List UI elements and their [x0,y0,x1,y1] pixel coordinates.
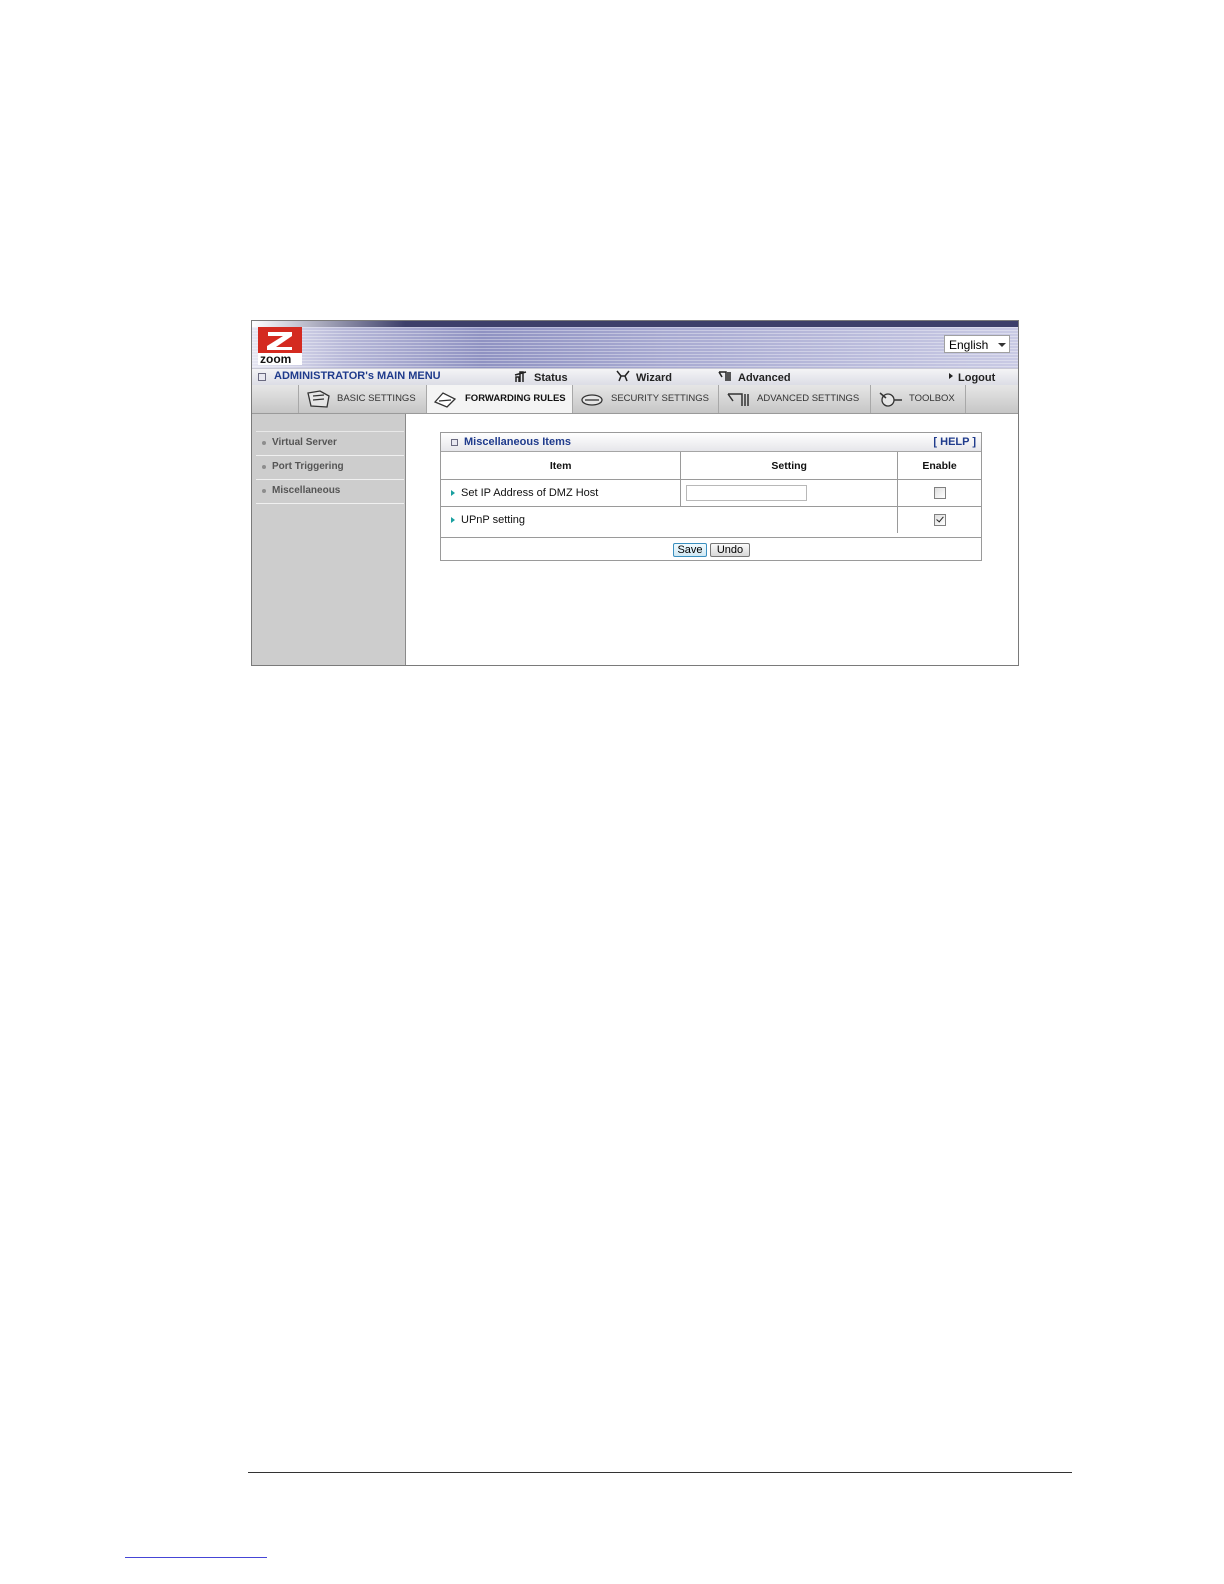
square-bullet-icon [258,373,266,381]
table-header-row: Item Setting Enable [441,452,981,480]
advanced-settings-icon [727,393,749,406]
logout-menu-item[interactable]: Logout [948,370,995,384]
button-row: Save Undo [441,537,981,562]
sidebar: Virtual Server Port Triggering Miscellan… [252,414,406,665]
basic-settings-icon [307,390,330,408]
row-enable-cell [897,479,981,507]
panel-title-bar: Miscellaneous Items [ HELP ] [441,433,981,452]
tab-advanced-settings-label: ADVANCED SETTINGS [757,393,860,404]
bullet-icon [262,489,266,493]
sidebar-item-label: Port Triggering [272,461,344,472]
table-row: Set IP Address of DMZ Host [441,479,981,507]
row-setting-cell [680,479,899,507]
row-enable-cell [897,506,981,533]
dmz-enable-checkbox[interactable] [933,487,946,500]
bullet-icon [262,465,266,469]
tab-security-settings[interactable]: SECURITY SETTINGS [572,385,718,413]
main-content: Miscellaneous Items [ HELP ] Item Settin… [406,414,1018,665]
wizard-icon [616,370,630,382]
sidebar-item-virtual-server[interactable]: Virtual Server [256,432,404,456]
tab-basic-settings[interactable]: BASIC SETTINGS [298,385,426,413]
tab-toolbox[interactable]: TOOLBOX [870,385,966,413]
tab-toolbox-label: TOOLBOX [909,393,955,404]
security-settings-icon [581,394,603,406]
status-icon [514,371,527,382]
sidebar-item-port-triggering[interactable]: Port Triggering [256,456,404,480]
language-value: English [949,338,989,352]
upnp-label: UPnP setting [461,514,526,526]
tab-forwarding-rules-label: FORWARDING RULES [465,393,566,404]
advanced-label: Advanced [738,372,791,384]
upnp-enable-checkbox[interactable] [933,514,946,527]
advanced-menu-item[interactable]: Advanced [718,370,791,384]
main-menu-bar: ADMINISTRATOR's MAIN MENU Status Wizard … [252,368,1018,386]
zoom-logo: zoom [258,327,302,365]
save-button[interactable]: Save [673,543,707,557]
column-header-enable: Enable [897,452,981,480]
advanced-icon [718,371,731,381]
admin-main-menu-link[interactable]: ADMINISTRATOR's MAIN MENU [274,370,441,382]
undo-button[interactable]: Undo [710,543,750,557]
row-item-cell: UPnP setting [441,506,899,533]
tab-basic-settings-label: BASIC SETTINGS [337,393,416,404]
triangle-bullet-icon [451,490,455,496]
footer-link-underline [125,1557,267,1558]
tab-advanced-settings[interactable]: ADVANCED SETTINGS [718,385,870,413]
tab-forwarding-rules[interactable]: FORWARDING RULES [426,385,572,413]
settings-table: Item Setting Enable Set IP Address of DM… [441,452,981,533]
column-header-item: Item [441,452,682,480]
sidebar-item-label: Virtual Server [272,437,337,448]
language-select[interactable]: English [944,335,1010,353]
sidebar-item-miscellaneous[interactable]: Miscellaneous [256,480,404,504]
sidebar-item-label: Miscellaneous [272,485,341,496]
dmz-host-label: Set IP Address of DMZ Host [461,487,599,499]
tab-security-settings-label: SECURITY SETTINGS [611,393,710,404]
help-link[interactable]: [ HELP ] [933,433,976,451]
wizard-menu-item[interactable]: Wizard [616,370,672,384]
table-row: UPnP setting [441,506,981,533]
footer-divider [248,1472,1072,1473]
svg-text:zoom: zoom [260,352,291,365]
dmz-ip-input[interactable] [686,485,808,501]
row-item-cell: Set IP Address of DMZ Host [441,479,682,507]
square-bullet-icon [451,439,458,446]
header-banner: zoom English [252,321,1018,368]
toolbox-icon [879,392,902,407]
panel-title: Miscellaneous Items [464,436,571,448]
status-label: Status [534,372,568,384]
bullet-icon [262,441,266,445]
section-tabs: BASIC SETTINGS FORWARDING RULES SECURITY… [252,385,1018,414]
column-header-setting: Setting [680,452,899,480]
router-admin-window: zoom English ADMINISTRATOR's MAIN MENU S… [251,320,1019,666]
wizard-label: Wizard [636,372,672,384]
chevron-down-icon [998,343,1006,347]
arrow-right-icon [949,373,953,379]
status-menu-item[interactable]: Status [514,370,568,384]
miscellaneous-items-panel: Miscellaneous Items [ HELP ] Item Settin… [440,432,982,561]
triangle-bullet-icon [451,517,455,523]
logout-label: Logout [958,372,996,384]
forwarding-rules-icon [433,392,457,408]
